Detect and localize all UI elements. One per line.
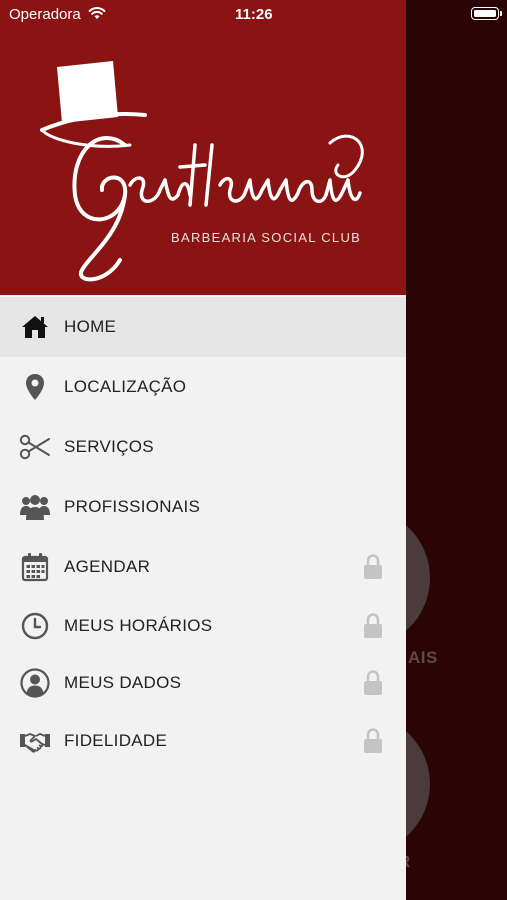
wifi-icon [88,7,106,19]
lock-icon [364,728,382,753]
navigation-drawer: BARBEARIA SOCIAL CLUB HOME LOCALIZAÇÃO S… [0,0,406,900]
home-icon [19,311,51,343]
menu-item-label: MEUS HORÁRIOS [64,615,213,635]
menu-item-meus-horarios[interactable]: MEUS HORÁRIOS [0,597,406,654]
scissors-icon [19,431,51,463]
menu-item-servicos[interactable]: SERVIÇOS [0,417,406,477]
group-icon [19,491,51,523]
user-circle-icon [19,667,51,699]
calendar-icon [19,551,51,583]
handshake-icon [19,725,51,757]
location-pin-icon [19,371,51,403]
drawer-header [0,0,406,295]
carrier-label: Operadora [9,6,81,23]
lock-icon [364,670,382,695]
lock-icon [364,554,382,579]
menu-item-meus-dados[interactable]: MEUS DADOS [0,654,406,712]
background-card-label: AIS [408,648,438,667]
drawer-menu: HOME LOCALIZAÇÃO SERVIÇOS PROFISSIONAIS … [0,297,406,770]
menu-item-label: AGENDAR [64,557,151,576]
lock-icon [364,612,382,638]
menu-item-agendar[interactable]: AGENDAR [0,537,406,597]
menu-item-localizacao[interactable]: LOCALIZAÇÃO [0,357,406,417]
menu-item-fidelidade[interactable]: FIDELIDADE [0,712,406,770]
gentleman-logo [40,61,364,282]
clock-icon [19,610,51,642]
battery-icon [471,7,502,20]
menu-item-label: SERVIÇOS [64,437,154,456]
menu-item-label: MEUS DADOS [64,673,182,692]
menu-item-home[interactable]: HOME [0,297,406,357]
brand-subtitle: BARBEARIA SOCIAL CLUB [171,230,362,245]
menu-item-label: LOCALIZAÇÃO [64,377,187,396]
menu-item-label: PROFISSIONAIS [64,497,201,516]
menu-item-profissionais[interactable]: PROFISSIONAIS [0,477,406,537]
menu-item-label: HOME [64,317,117,336]
menu-item-label: FIDELIDADE [64,731,168,750]
status-bar: Operadora 11:26 [0,0,507,28]
clock-time: 11:26 [235,6,273,23]
